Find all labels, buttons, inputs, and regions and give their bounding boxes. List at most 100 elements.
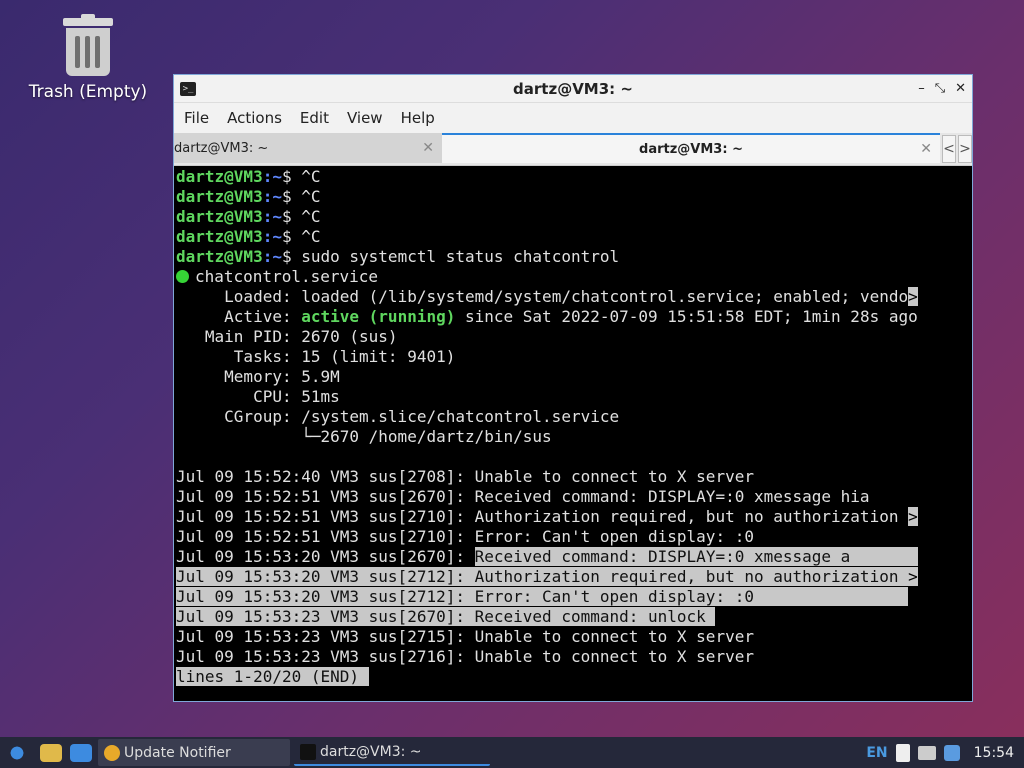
log-line: Jul 09 15:52:51 VM3 sus[2670]: Received … <box>176 487 970 507</box>
terminal-line: lines 1-20/20 (END) <box>176 667 970 687</box>
terminal-line: chatcontrol.service <box>176 267 970 287</box>
tab-close-icon[interactable]: ✕ <box>422 140 434 156</box>
log-line: Jul 09 15:52:51 VM3 sus[2710]: Error: Ca… <box>176 527 970 547</box>
log-text: Jul 09 15:52:51 VM3 sus[2710]: Authoriza… <box>176 507 909 526</box>
log-line: Jul 09 15:53:20 VM3 sus[2670]: Received … <box>176 547 970 567</box>
clock[interactable]: 15:54 <box>974 745 1014 761</box>
command-text: ^C <box>301 207 321 226</box>
service-status-dot-icon <box>176 270 189 283</box>
log-text: Jul 09 15:53:20 VM3 sus[2712]: Authoriza… <box>176 567 909 586</box>
tab-prev-button[interactable]: < <box>942 135 956 163</box>
network-icon[interactable] <box>917 745 936 760</box>
log-text: Received command: DISPLAY=:0 xmessage a <box>474 547 918 566</box>
status-detail: CGroup: /system.slice/chatcontrol.servic… <box>176 407 620 426</box>
loaded-value: loaded (/lib/systemd/system/chatcontrol.… <box>301 287 909 306</box>
minimize-button[interactable]: – <box>918 81 925 96</box>
terminal-line: dartz@VM3:~$ ^C <box>176 187 970 207</box>
terminal-line: dartz@VM3:~$ ^C <box>176 167 970 187</box>
menu-file[interactable]: File <box>184 109 209 127</box>
trash-label: Trash (Empty) <box>28 82 148 102</box>
menu-bar: File Actions Edit View Help <box>174 103 972 133</box>
terminal-line: Loaded: loaded (/lib/systemd/system/chat… <box>176 287 970 307</box>
task-update-notifier[interactable]: Update Notifier <box>98 739 290 766</box>
active-state: active (running) <box>301 307 456 326</box>
menu-actions[interactable]: Actions <box>227 109 282 127</box>
tab-close-icon[interactable]: ✕ <box>920 141 932 157</box>
log-line: Jul 09 15:53:23 VM3 sus[2715]: Unable to… <box>176 627 970 647</box>
prompt-user: dartz@VM3 <box>176 247 263 266</box>
terminal-line: Active: active (running) since Sat 2022-… <box>176 307 970 327</box>
maximize-button[interactable]: ⤡ <box>935 81 945 96</box>
trash-desktop-icon[interactable]: Trash (Empty) <box>28 14 148 102</box>
tab-label: dartz@VM3: ~ <box>639 141 743 157</box>
log-text: Jul 09 15:53:23 VM3 sus[2715]: Unable to… <box>176 627 754 646</box>
terminal-line: dartz@VM3:~$ sudo systemctl status chatc… <box>176 247 970 267</box>
terminal-line: Main PID: 2670 (sus) <box>176 327 970 347</box>
tab-terminal-1[interactable]: dartz@VM3: ~ ✕ <box>174 133 442 163</box>
prompt-path: :~ <box>262 227 282 246</box>
menu-help[interactable]: Help <box>401 109 435 127</box>
log-line: Jul 09 15:52:51 VM3 sus[2710]: Authoriza… <box>176 507 970 527</box>
task-label: Update Notifier <box>124 744 231 761</box>
active-detail: since Sat 2022-07-09 15:51:58 EDT; 1min … <box>455 307 918 326</box>
service-name: chatcontrol.service <box>195 267 379 286</box>
tab-terminal-2[interactable]: dartz@VM3: ~ ✕ <box>442 133 940 163</box>
command-text: ^C <box>301 187 321 206</box>
start-menu-icon[interactable] <box>6 741 28 764</box>
file-manager-icon[interactable] <box>40 743 62 762</box>
terminal-line: Memory: 5.9M <box>176 367 970 387</box>
tab-next-button[interactable]: > <box>958 135 972 163</box>
terminal-window: >_ dartz@VM3: ~ – ⤡ ✕ File Actions Edit … <box>173 74 973 702</box>
update-notifier-icon <box>104 744 120 761</box>
truncation-marker: > <box>908 507 918 526</box>
close-button[interactable]: ✕ <box>955 81 966 96</box>
menu-view[interactable]: View <box>347 109 383 127</box>
notification-icon[interactable] <box>943 744 960 761</box>
window-title: dartz@VM3: ~ <box>513 79 633 98</box>
terminal-output[interactable]: dartz@VM3:~$ ^C dartz@VM3:~$ ^C dartz@VM3:… <box>176 167 970 699</box>
status-detail: └─2670 /home/dartz/bin/sus <box>176 427 552 446</box>
terminal-line: └─2670 /home/dartz/bin/sus <box>176 427 970 447</box>
log-text: Jul 09 15:52:51 VM3 sus[2710]: Error: Ca… <box>176 527 754 546</box>
log-text: Jul 09 15:53:23 VM3 sus[2716]: Unable to… <box>176 647 754 666</box>
tab-label: dartz@VM3: ~ <box>174 140 269 156</box>
log-text: Jul 09 15:52:51 VM3 sus[2670]: Received … <box>176 487 870 506</box>
task-terminal[interactable]: dartz@VM3: ~ <box>294 739 490 766</box>
log-line: Jul 09 15:53:20 VM3 sus[2712]: Error: Ca… <box>176 587 970 607</box>
status-detail: Main PID: 2670 (sus) <box>176 327 398 346</box>
trash-icon <box>63 14 113 78</box>
prompt-user: dartz@VM3 <box>176 207 263 226</box>
active-label: Active: <box>176 307 302 326</box>
prompt-sign: $ <box>281 227 302 246</box>
prompt-sign: $ <box>281 207 302 226</box>
command-text: ^C <box>301 167 321 186</box>
log-line: Jul 09 15:52:40 VM3 sus[2708]: Unable to… <box>176 467 970 487</box>
truncation-marker: > <box>908 287 918 306</box>
log-prefix: Jul 09 15:53:20 VM3 sus[2670]: <box>176 547 475 566</box>
terminal-task-icon <box>300 743 316 760</box>
show-desktop-icon[interactable] <box>70 743 92 762</box>
log-text: Jul 09 15:53:23 VM3 sus[2670]: Received … <box>176 607 716 626</box>
prompt-path: :~ <box>262 187 282 206</box>
keyboard-layout-indicator[interactable]: EN <box>866 745 887 761</box>
terminal-line: dartz@VM3:~$ ^C <box>176 227 970 247</box>
truncation-marker: > <box>908 567 918 586</box>
loaded-label: Loaded: <box>176 287 302 306</box>
clipboard-icon[interactable] <box>895 743 910 762</box>
prompt-user: dartz@VM3 <box>176 167 263 186</box>
terminal-line: CGroup: /system.slice/chatcontrol.servic… <box>176 407 970 427</box>
prompt-user: dartz@VM3 <box>176 227 263 246</box>
prompt-path: :~ <box>262 207 282 226</box>
menu-edit[interactable]: Edit <box>300 109 329 127</box>
prompt-user: dartz@VM3 <box>176 187 263 206</box>
prompt-sign: $ <box>281 167 302 186</box>
command-text: sudo systemctl status chatcontrol <box>301 247 620 266</box>
task-label: dartz@VM3: ~ <box>320 743 422 760</box>
pager-status: lines 1-20/20 (END) <box>176 667 369 686</box>
system-tray: EN 15:54 <box>866 743 1024 762</box>
window-titlebar[interactable]: >_ dartz@VM3: ~ – ⤡ ✕ <box>174 75 972 103</box>
prompt-path: :~ <box>262 167 282 186</box>
taskbar: Update Notifier dartz@VM3: ~ EN 15:54 <box>0 737 1024 768</box>
status-detail: Memory: 5.9M <box>176 367 340 386</box>
status-detail: CPU: 51ms <box>176 387 340 406</box>
